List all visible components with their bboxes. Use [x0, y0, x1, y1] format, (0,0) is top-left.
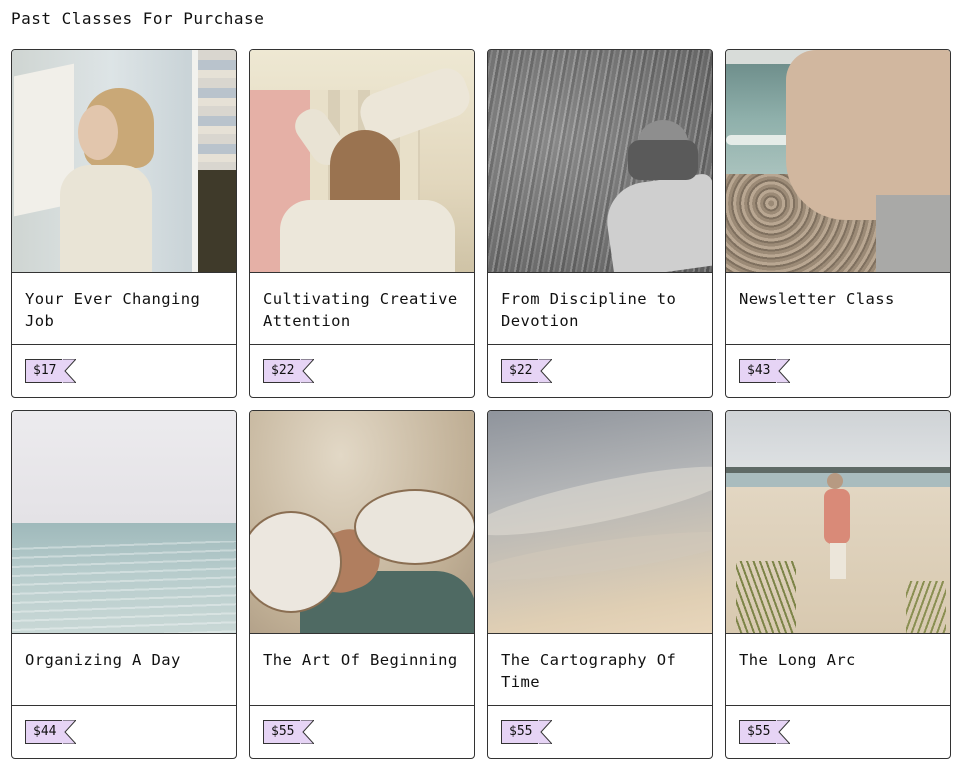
- class-title[interactable]: The Long Arc: [739, 649, 937, 671]
- class-card[interactable]: Organizing A Day $44: [11, 410, 237, 759]
- price-tag: $55: [501, 719, 553, 745]
- past-classes-page: Past Classes For Purchase Your Ever Chan…: [0, 0, 960, 765]
- price-label: $44: [25, 720, 63, 744]
- class-title[interactable]: The Cartography Of Time: [501, 649, 699, 693]
- class-thumbnail[interactable]: [488, 411, 712, 634]
- class-price-area: $55: [726, 706, 950, 758]
- class-card[interactable]: Your Ever Changing Job $17: [11, 49, 237, 398]
- class-title-area: The Art Of Beginning: [250, 634, 474, 706]
- class-price-area: $55: [250, 706, 474, 758]
- class-card[interactable]: Cultivating Creative Attention $22: [249, 49, 475, 398]
- ribbon-notch-icon: [776, 359, 791, 383]
- ribbon-notch-icon: [776, 720, 791, 744]
- class-title-area: Newsletter Class: [726, 273, 950, 345]
- price-label: $43: [739, 359, 777, 383]
- ribbon-notch-icon: [538, 359, 553, 383]
- price-tag: $22: [263, 358, 315, 384]
- page-title: Past Classes For Purchase: [11, 9, 265, 28]
- class-price-area: $43: [726, 345, 950, 397]
- class-title-area: The Cartography Of Time: [488, 634, 712, 706]
- class-title-area: Your Ever Changing Job: [12, 273, 236, 345]
- class-thumbnail[interactable]: [726, 411, 950, 634]
- class-title[interactable]: Newsletter Class: [739, 288, 937, 310]
- ribbon-notch-icon: [62, 359, 77, 383]
- class-thumbnail[interactable]: [12, 411, 236, 634]
- class-grid: Your Ever Changing Job $17 Cultivating C…: [11, 49, 951, 759]
- class-card[interactable]: The Cartography Of Time $55: [487, 410, 713, 759]
- class-thumbnail[interactable]: [488, 50, 712, 273]
- ribbon-notch-icon: [300, 359, 315, 383]
- class-title[interactable]: Organizing A Day: [25, 649, 223, 671]
- price-label: $55: [263, 720, 301, 744]
- price-tag: $55: [739, 719, 791, 745]
- price-label: $55: [739, 720, 777, 744]
- class-price-area: $55: [488, 706, 712, 758]
- class-thumbnail[interactable]: [250, 411, 474, 634]
- class-title-area: Cultivating Creative Attention: [250, 273, 474, 345]
- class-price-area: $17: [12, 345, 236, 397]
- price-label: $55: [501, 720, 539, 744]
- ribbon-notch-icon: [300, 720, 315, 744]
- class-title[interactable]: Your Ever Changing Job: [25, 288, 223, 332]
- class-title[interactable]: From Discipline to Devotion: [501, 288, 699, 332]
- price-label: $22: [501, 359, 539, 383]
- price-label: $17: [25, 359, 63, 383]
- price-tag: $43: [739, 358, 791, 384]
- class-title[interactable]: Cultivating Creative Attention: [263, 288, 461, 332]
- class-thumbnail[interactable]: [726, 50, 950, 273]
- class-card[interactable]: Newsletter Class $43: [725, 49, 951, 398]
- price-tag: $55: [263, 719, 315, 745]
- class-price-area: $22: [250, 345, 474, 397]
- class-title[interactable]: The Art Of Beginning: [263, 649, 461, 671]
- price-tag: $17: [25, 358, 77, 384]
- class-price-area: $22: [488, 345, 712, 397]
- class-thumbnail[interactable]: [12, 50, 236, 273]
- ribbon-notch-icon: [538, 720, 553, 744]
- ribbon-notch-icon: [62, 720, 77, 744]
- class-thumbnail[interactable]: [250, 50, 474, 273]
- class-title-area: The Long Arc: [726, 634, 950, 706]
- price-tag: $44: [25, 719, 77, 745]
- class-title-area: Organizing A Day: [12, 634, 236, 706]
- class-price-area: $44: [12, 706, 236, 758]
- price-tag: $22: [501, 358, 553, 384]
- class-card[interactable]: The Long Arc $55: [725, 410, 951, 759]
- class-card[interactable]: The Art Of Beginning $55: [249, 410, 475, 759]
- class-card[interactable]: From Discipline to Devotion $22: [487, 49, 713, 398]
- class-title-area: From Discipline to Devotion: [488, 273, 712, 345]
- price-label: $22: [263, 359, 301, 383]
